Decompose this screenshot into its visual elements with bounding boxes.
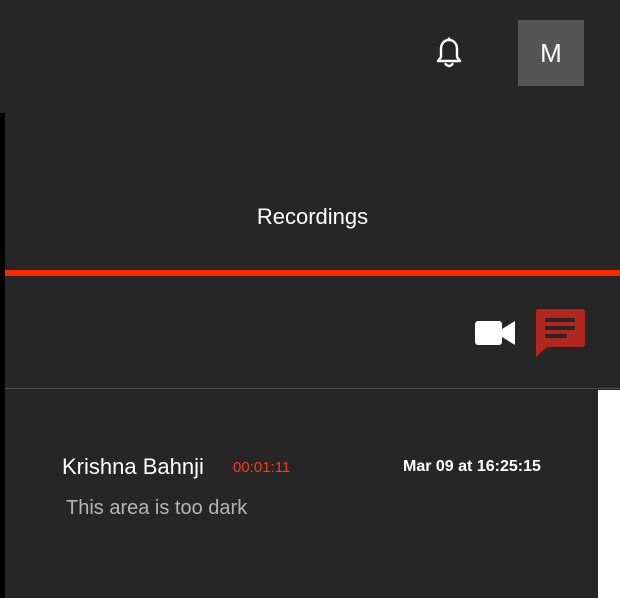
active-tab-indicator — [5, 270, 620, 276]
avatar[interactable]: M — [518, 20, 584, 86]
video-camera-icon[interactable] — [475, 318, 515, 348]
scrollbar[interactable] — [598, 390, 620, 598]
bell-icon[interactable] — [435, 37, 463, 69]
comment-text: This area is too dark — [66, 497, 248, 519]
comment-item: Krishna Bahnji 00:01:11 Mar 09 at 16:25:… — [5, 390, 598, 598]
comment-timestamp: Mar 09 at 16:25:15 — [403, 458, 541, 475]
toolbar-divider — [5, 388, 620, 389]
comment-author: Krishna Bahnji — [62, 454, 204, 479]
comment-timecode[interactable]: 00:01:11 — [233, 459, 290, 476]
recordings-panel: M Recordings Krishna Bahnji 00:01:11 Mar… — [0, 0, 620, 598]
tab-recordings-label: Recordings — [256, 204, 369, 229]
tab-recordings[interactable]: Recordings — [5, 190, 620, 244]
comment-icon[interactable] — [535, 309, 585, 357]
